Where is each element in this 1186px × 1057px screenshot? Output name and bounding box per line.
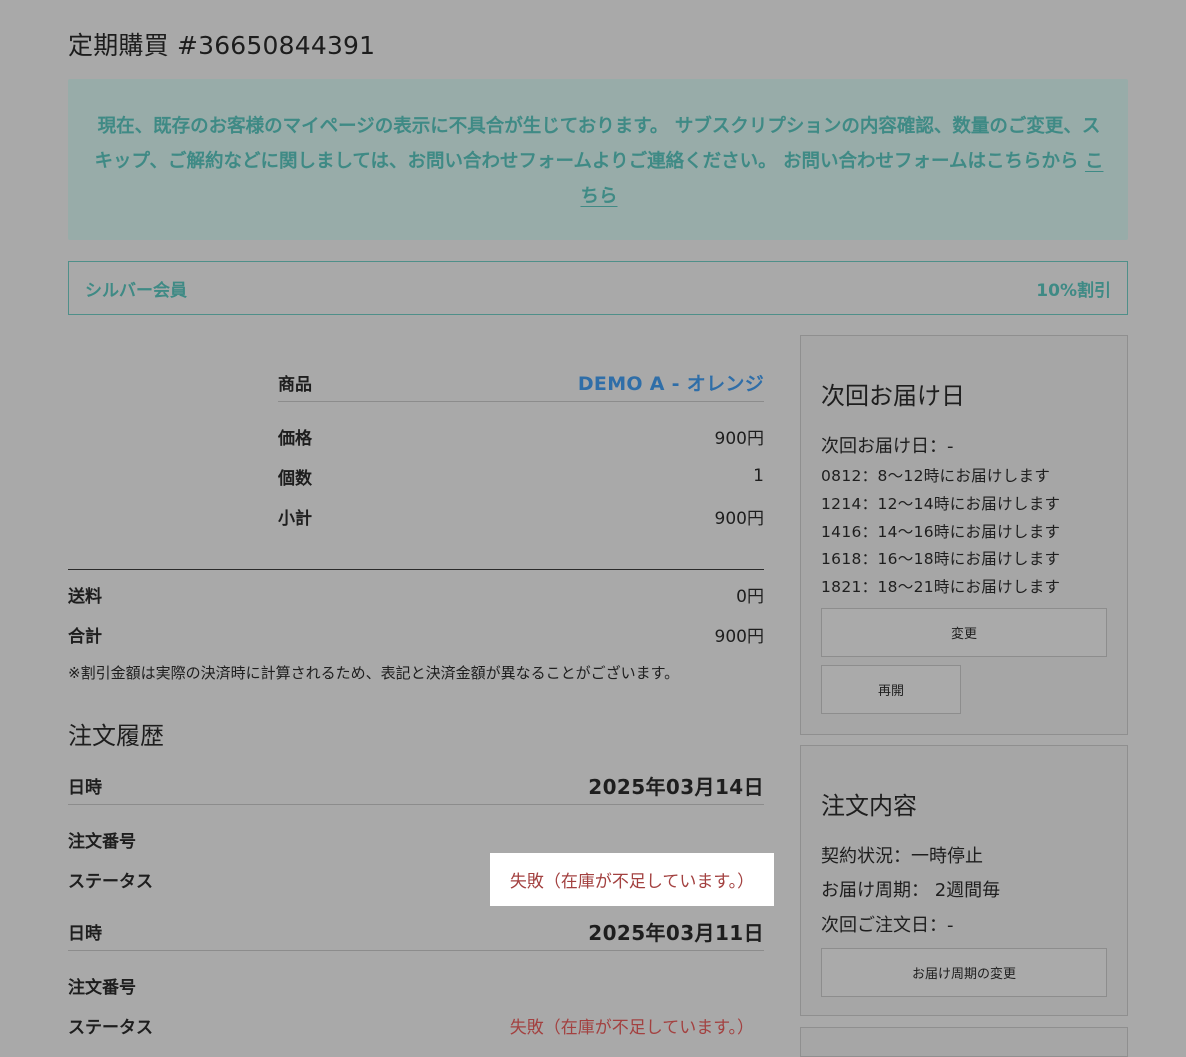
notice-banner: 現在、既存のお客様のマイページの表示に不具合が生じております。 サブスクリプショ… [68,79,1128,240]
order-date: 2025年03月14日 [588,774,764,799]
order-status: 失敗（在庫が不足しています。） [509,1017,754,1038]
page-title: 定期購買 #36650844391 [68,31,376,60]
membership-bar: シルバー会員 10%割引 [68,261,1128,315]
divider [68,804,764,805]
divider [68,950,764,951]
status-highlight: 失敗（在庫が不足しています。） [490,853,774,906]
totals-section: 送料 0円 合計 900円 [68,569,764,654]
delivery-slot: 1821：18〜21時にお届けします [821,578,1061,596]
delivery-slot: 1618：16〜18時にお届けします [821,550,1061,568]
total-label: 合計 [68,626,102,647]
next-order-date: 次回ご注文日：- [821,915,954,936]
discount-note: ※割引金額は実際の決済時に計算されるため、表記と決済金額が異なることがございます… [68,664,680,682]
status-label: ステータス [68,1017,153,1038]
delivery-slot: 1416：14〜16時にお届けします [821,523,1061,541]
product-name-link[interactable]: DEMO A - オレンジ [578,369,764,396]
total-value: 900円 [714,626,764,647]
shipping-label: 送料 [68,586,102,607]
notice-text: 現在、既存のお客様のマイページの表示に不具合が生じております。 サブスクリプショ… [94,116,1101,172]
order-number-label: 注文番号 [68,831,136,852]
next-delivery-panel: 次回お届け日 次回お届け日：- 0812：8〜12時にお届けします 1214：1… [800,335,1128,735]
change-cycle-button[interactable]: お届け周期の変更 [821,948,1107,997]
price-label: 価格 [278,428,312,449]
quantity-label: 個数 [278,468,312,489]
next-delivery-date: 次回お届け日：- [821,436,954,457]
order-date: 2025年03月11日 [588,920,764,945]
delivery-cycle: お届け周期： 2週間毎 [821,880,1001,901]
quantity-value: 1 [753,466,764,486]
shipping-value: 0円 [736,586,764,607]
date-label: 日時 [68,923,102,944]
delivery-slot: 0812：8〜12時にお届けします [821,467,1051,485]
date-label: 日時 [68,777,102,798]
order-details-heading: 注文内容 [821,792,917,820]
contract-status: 契約状況：一時停止 [821,846,983,867]
price-value: 900円 [714,428,764,449]
delivery-slot: 1214：12〜14時にお届けします [821,495,1061,513]
history-entry: 日時 2025年03月11日 注文番号 ステータス 失敗（在庫が不足しています。… [68,913,764,1045]
subtotal-label: 小計 [278,508,312,529]
membership-tier: シルバー会員 [85,280,187,301]
status-label: ステータス [68,871,153,892]
next-delivery-heading: 次回お届け日 [821,382,965,410]
change-delivery-button[interactable]: 変更 [821,608,1107,657]
membership-discount: 10%割引 [1036,280,1111,301]
divider [278,401,764,402]
order-status: 失敗（在庫が不足しています。） [509,872,755,892]
divider [68,569,764,570]
additional-panel [800,1027,1128,1057]
product-section: 商品 DEMO A - オレンジ 価格 900円 個数 1 小計 900円 [278,364,764,536]
subtotal-value: 900円 [714,508,764,529]
order-number-label: 注文番号 [68,977,136,998]
order-history-heading: 注文履歴 [68,722,164,750]
resume-button[interactable]: 再開 [821,665,961,714]
product-label: 商品 [278,374,312,395]
order-details-panel: 注文内容 契約状況：一時停止 お届け周期： 2週間毎 次回ご注文日：- お届け周… [800,745,1128,1016]
